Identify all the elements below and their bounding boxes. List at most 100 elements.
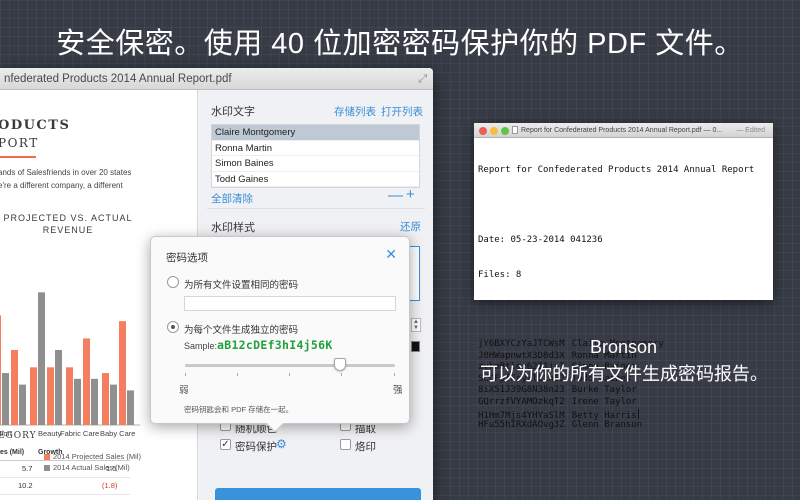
entry-password: H1Hm7Mjs4YHYaSlM [478,410,565,421]
revenue-bar-chart: itionBeautyFabric CareBaby Care [0,292,140,438]
remove-item-button[interactable]: — [388,187,403,204]
chart-bar-actual [38,292,45,425]
chart-bar-projected [66,367,73,425]
edited-label: — Edited [736,127,765,134]
password-protect-label: 密码保护 [235,441,277,453]
clear-all-link[interactable]: 全部清除 [211,191,253,206]
stamp-label: 烙印 [355,441,376,453]
watermark-text-label: 水印文字 [211,106,255,118]
table-cell: 10.2 [18,481,33,490]
slider-tick [289,373,290,376]
popover-note: 密码钥匙会和 PDF 存储在一起。 [184,405,294,414]
doc-body-line1: ands of Salesfriends in over 20 states [0,168,132,177]
chart-title-line1: PROJECTED VS. ACTUAL [3,213,133,223]
list-item[interactable]: Ronna Martin [212,141,419,156]
list-item[interactable]: Simon Baines [212,156,419,172]
unique-password-radio[interactable] [167,321,179,333]
chart-bar-actual [91,378,98,425]
same-password-radio[interactable] [167,276,179,288]
minimize-window-button[interactable] [490,126,498,135]
chart-title-line2: REVENUE [42,225,94,235]
table-cell: 1.5 [106,464,117,473]
list-item[interactable]: Claire Montgomery [212,125,419,141]
watermark-style-label: 水印样式 [211,222,255,234]
chart-category-label: Baby Care [100,429,135,438]
chart-category-label: Beauty [38,429,62,438]
caption-line2: 可以为你的所有文件生成密码报告。 [480,364,768,384]
entry-name: Irene Taylor [571,397,637,408]
document-icon [512,126,518,134]
report-date-line: Date: 05-23-2014 041236 [478,234,603,245]
doc-body-line2: e're a different company, a different [0,181,123,190]
close-icon[interactable]: ✕ [385,246,397,263]
chart-bar-actual [2,373,9,425]
report-entry-line: H1Hm7Mjs4YHYaSlM Betty Harris [478,408,768,421]
strength-weak-label: 弱 [179,385,189,396]
process-button[interactable] [215,488,421,500]
report-entry-line: GQrrzfVYAMOzkqT2 Irene Taylor [478,397,768,409]
table-cell: 5.7 [22,464,33,473]
list-item[interactable]: Todd Gaines [212,172,419,187]
chart-bar-projected [119,321,126,425]
headline: 安全保密。使用 40 位加密密码保护你的 PDF 文件。 [56,28,744,60]
report-editor-window: Report for Confederated Products 2014 An… [474,123,773,430]
app-window-title: nfederated Products 2014 Annual Report.p… [4,73,232,85]
password-protect-checkbox[interactable]: ✓ [220,439,231,450]
stamp-checkbox[interactable] [340,439,351,450]
slider-tick [185,373,186,376]
caption-line1: Bronson [589,337,658,357]
chart-category-label: Fabric Care [60,429,99,438]
color-well[interactable] [411,341,420,352]
chart-bar-projected [102,373,109,425]
chart-bar-actual [19,384,26,425]
chart-bar-projected [83,338,90,425]
open-list-link[interactable]: 打开列表 [381,104,423,119]
report-files-line: Files: 8 [478,269,522,280]
table-header-sales: es (Mil) [0,449,25,456]
sample-password: aB12cDEf3hI4j56K [217,338,333,352]
entry-password: GQrrzfVYAMOzkqT2 [478,397,565,408]
table-header-growth: Growth [38,449,63,456]
restore-link[interactable]: 还原 [400,219,421,234]
slider-tick [341,373,342,376]
chart-bar-projected [30,367,37,425]
table-header: es (Mil) Growth [0,449,130,461]
doc-title-rule [0,156,36,158]
close-window-button[interactable] [479,126,487,135]
zoom-window-button[interactable] [501,126,509,135]
chart-bar-projected [47,367,54,425]
password-options-popover: 密码选项 ✕ 为所有文件设置相同的密码 为每个文件生成独立的密码 Sample:… [150,236,410,433]
report-text[interactable]: Report for Confederated Products 2014 An… [478,142,768,455]
entry-name: Glenn Branson [571,420,643,431]
report-entry-line: 8iX51J39G8N38n23 Burke Taylor [478,385,768,397]
strength-strong-label: 强 [393,385,403,396]
size-stepper[interactable]: ▲ ▼ [411,318,421,332]
chart-bar-actual [74,378,81,425]
add-item-button[interactable]: + [406,186,415,203]
slider-tick [394,373,395,376]
entry-name: Betty Harris [571,410,637,421]
saved-list-link[interactable]: 存储列表 [334,104,376,119]
category-title: EGORY [0,431,37,441]
editor-titlebar: Report for Confederated Products 2014 An… [474,123,773,138]
gear-icon[interactable]: ⚙ [276,437,287,451]
password-input[interactable] [184,296,396,311]
table-row: 10.2 (1.8) [0,481,130,495]
chart-bar-actual [110,384,117,425]
unique-password-label: 为每个文件生成独立的密码 [184,325,299,336]
table-row: 5.7 1.5 [0,464,130,478]
fullscreen-icon[interactable]: ⤢ [418,68,427,90]
slider-tick [237,373,238,376]
chart-bar-actual [55,350,62,425]
chart-bar-projected [0,315,1,425]
doc-title-line1: ODUCTS [0,118,71,133]
doc-title-line2: PORT [0,136,39,150]
entry-password: 8iX51J39G8N38n23 [478,385,565,396]
chart-bar-projected [11,350,18,425]
entry-name: Burke Taylor [571,385,637,396]
watermark-list[interactable]: Claire Montgomery Ronna Martin Simon Bai… [211,124,420,188]
strength-slider-track[interactable] [185,364,395,367]
strength-slider-thumb[interactable] [334,358,347,371]
